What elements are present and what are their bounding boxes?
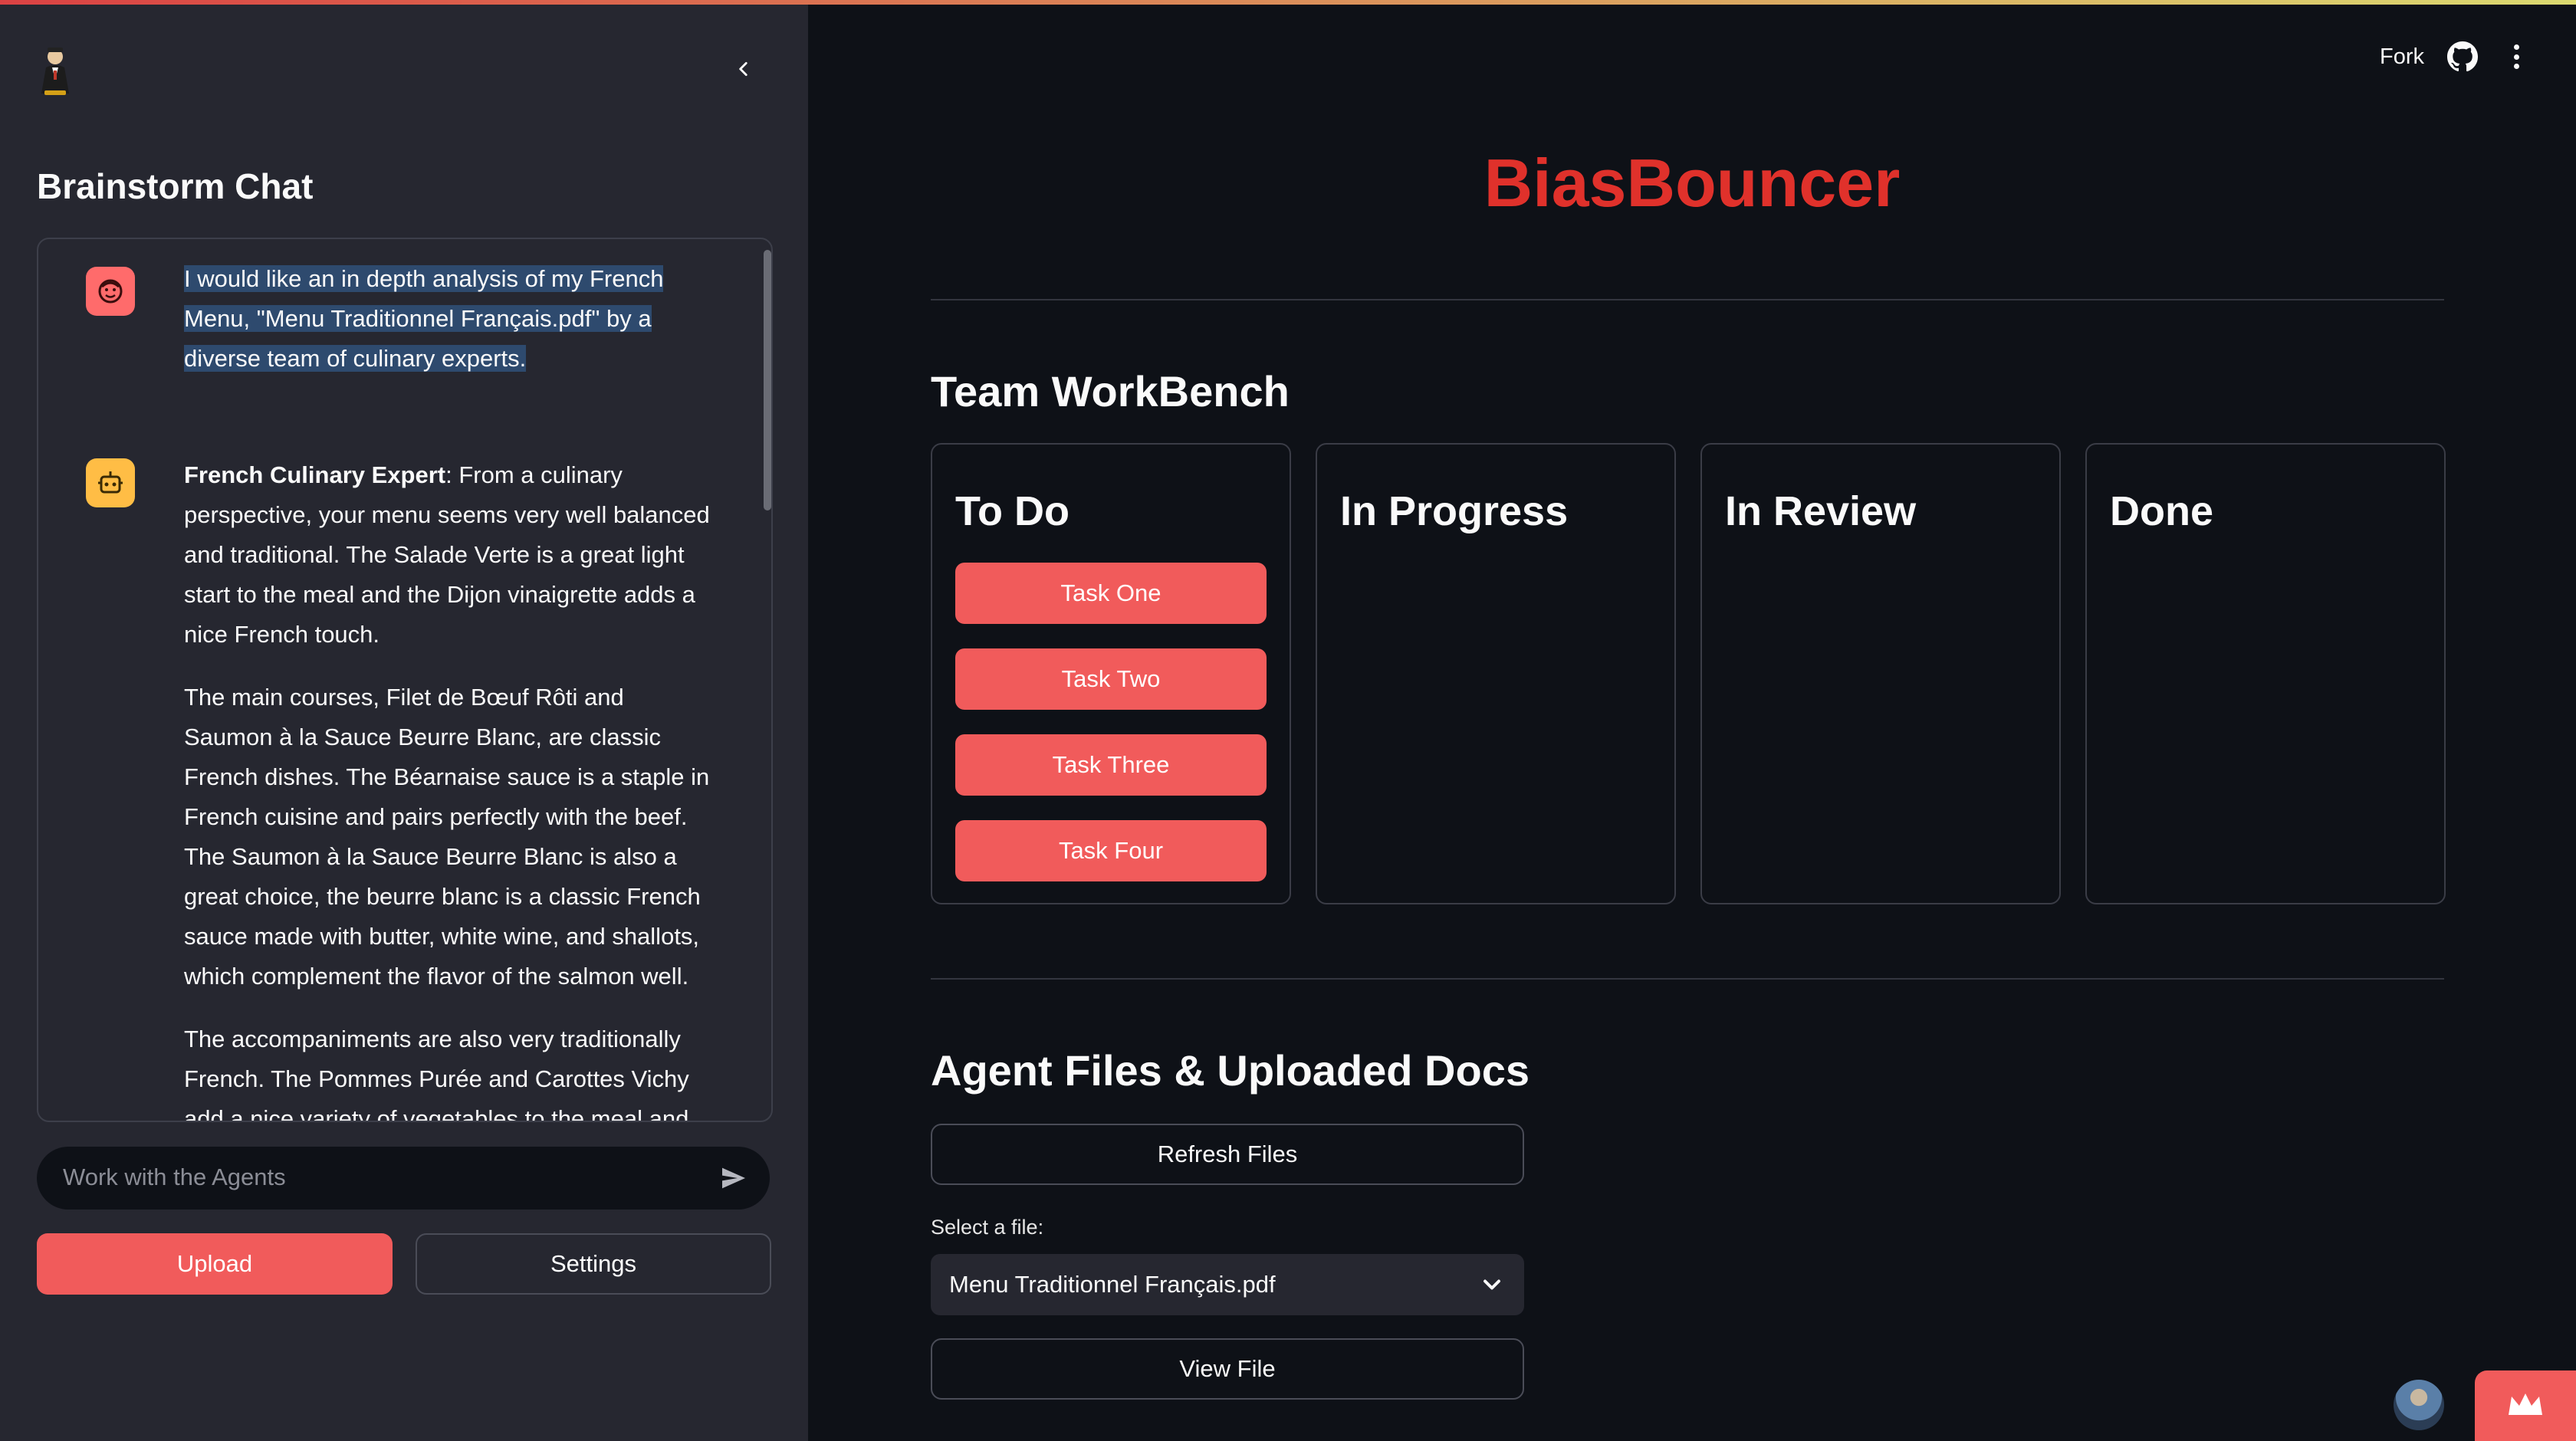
column-title: In Progress xyxy=(1340,488,1569,534)
chat-scrollbar[interactable] xyxy=(764,250,771,510)
github-icon[interactable] xyxy=(2447,41,2479,72)
assistant-speaker: French Culinary Expert xyxy=(184,461,446,488)
fork-link[interactable]: Fork xyxy=(2380,44,2424,70)
view-file-button[interactable]: View File xyxy=(931,1338,1524,1400)
chevron-down-icon xyxy=(1484,1279,1500,1290)
task-button[interactable]: Task One xyxy=(955,563,1267,624)
chat-history[interactable]: I would like an in depth analysis of my … xyxy=(37,238,773,1122)
sidebar-title: Brainstorm Chat xyxy=(37,166,314,206)
select-file-label: Select a file: xyxy=(931,1216,1044,1239)
app-logo-icon xyxy=(34,44,77,100)
streamlit-badge-button[interactable] xyxy=(2475,1370,2576,1441)
workbench-title: Team WorkBench xyxy=(931,367,1290,415)
send-button[interactable] xyxy=(715,1159,753,1197)
column-done: Done xyxy=(2085,443,2446,904)
column-title: In Review xyxy=(1725,488,1917,534)
refresh-files-button[interactable]: Refresh Files xyxy=(931,1124,1524,1185)
divider xyxy=(931,978,2444,980)
upload-button[interactable]: Upload xyxy=(37,1233,393,1295)
app-title: BiasBouncer xyxy=(1484,145,1901,221)
files-title: Agent Files & Uploaded Docs xyxy=(931,1046,1530,1095)
crown-icon xyxy=(2509,1393,2542,1415)
assistant-message: French Culinary Expert: From a culinary … xyxy=(84,455,713,1122)
task-button[interactable]: Task Two xyxy=(955,648,1267,710)
column-in-review: In Review xyxy=(1700,443,2061,904)
chat-input[interactable]: Work with the Agents xyxy=(37,1147,770,1210)
column-to-do: To Do Task One Task Two Task Three Task … xyxy=(931,443,1291,904)
selected-file-value: Menu Traditionnel Français.pdf xyxy=(949,1271,1276,1298)
divider xyxy=(931,299,2444,300)
send-icon xyxy=(722,1167,745,1189)
task-button[interactable]: Task Three xyxy=(955,734,1267,796)
column-title: To Do xyxy=(955,488,1070,534)
column-in-progress: In Progress xyxy=(1316,443,1676,904)
user-message-text: I would like an in depth analysis of my … xyxy=(184,265,664,372)
assistant-paragraph: French Culinary Expert: From a culinary … xyxy=(184,461,710,648)
user-message: I would like an in depth analysis of my … xyxy=(84,259,713,379)
column-title: Done xyxy=(2110,488,2213,534)
avatar[interactable] xyxy=(2394,1380,2444,1430)
sidebar: Brainstorm Chat I would like an in depth… xyxy=(0,5,808,1441)
task-button[interactable]: Task Four xyxy=(955,820,1267,881)
assistant-paragraph: The accompaniments are also very traditi… xyxy=(184,1026,689,1122)
more-vert-icon[interactable] xyxy=(2507,41,2525,72)
file-select[interactable]: Menu Traditionnel Français.pdf xyxy=(931,1254,1524,1315)
settings-button[interactable]: Settings xyxy=(416,1233,771,1295)
assistant-paragraph: The main courses, Filet de Bœuf Rôti and… xyxy=(184,684,710,990)
collapse-sidebar-button[interactable] xyxy=(727,52,761,86)
chevron-left-icon xyxy=(739,62,748,76)
chat-input-placeholder: Work with the Agents xyxy=(63,1164,286,1190)
